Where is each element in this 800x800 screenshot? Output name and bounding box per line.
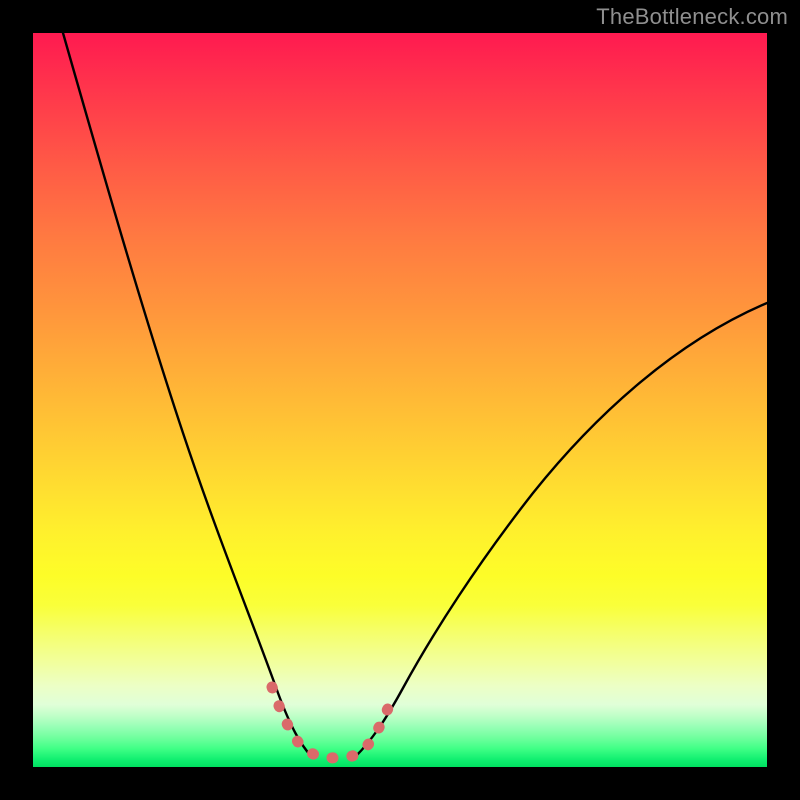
valley-marker-path <box>272 687 393 758</box>
chart-svg <box>33 33 767 767</box>
left-curve <box>63 33 311 756</box>
watermark-text: TheBottleneck.com <box>596 4 788 30</box>
right-curve <box>356 303 767 756</box>
outer-frame: TheBottleneck.com <box>0 0 800 800</box>
